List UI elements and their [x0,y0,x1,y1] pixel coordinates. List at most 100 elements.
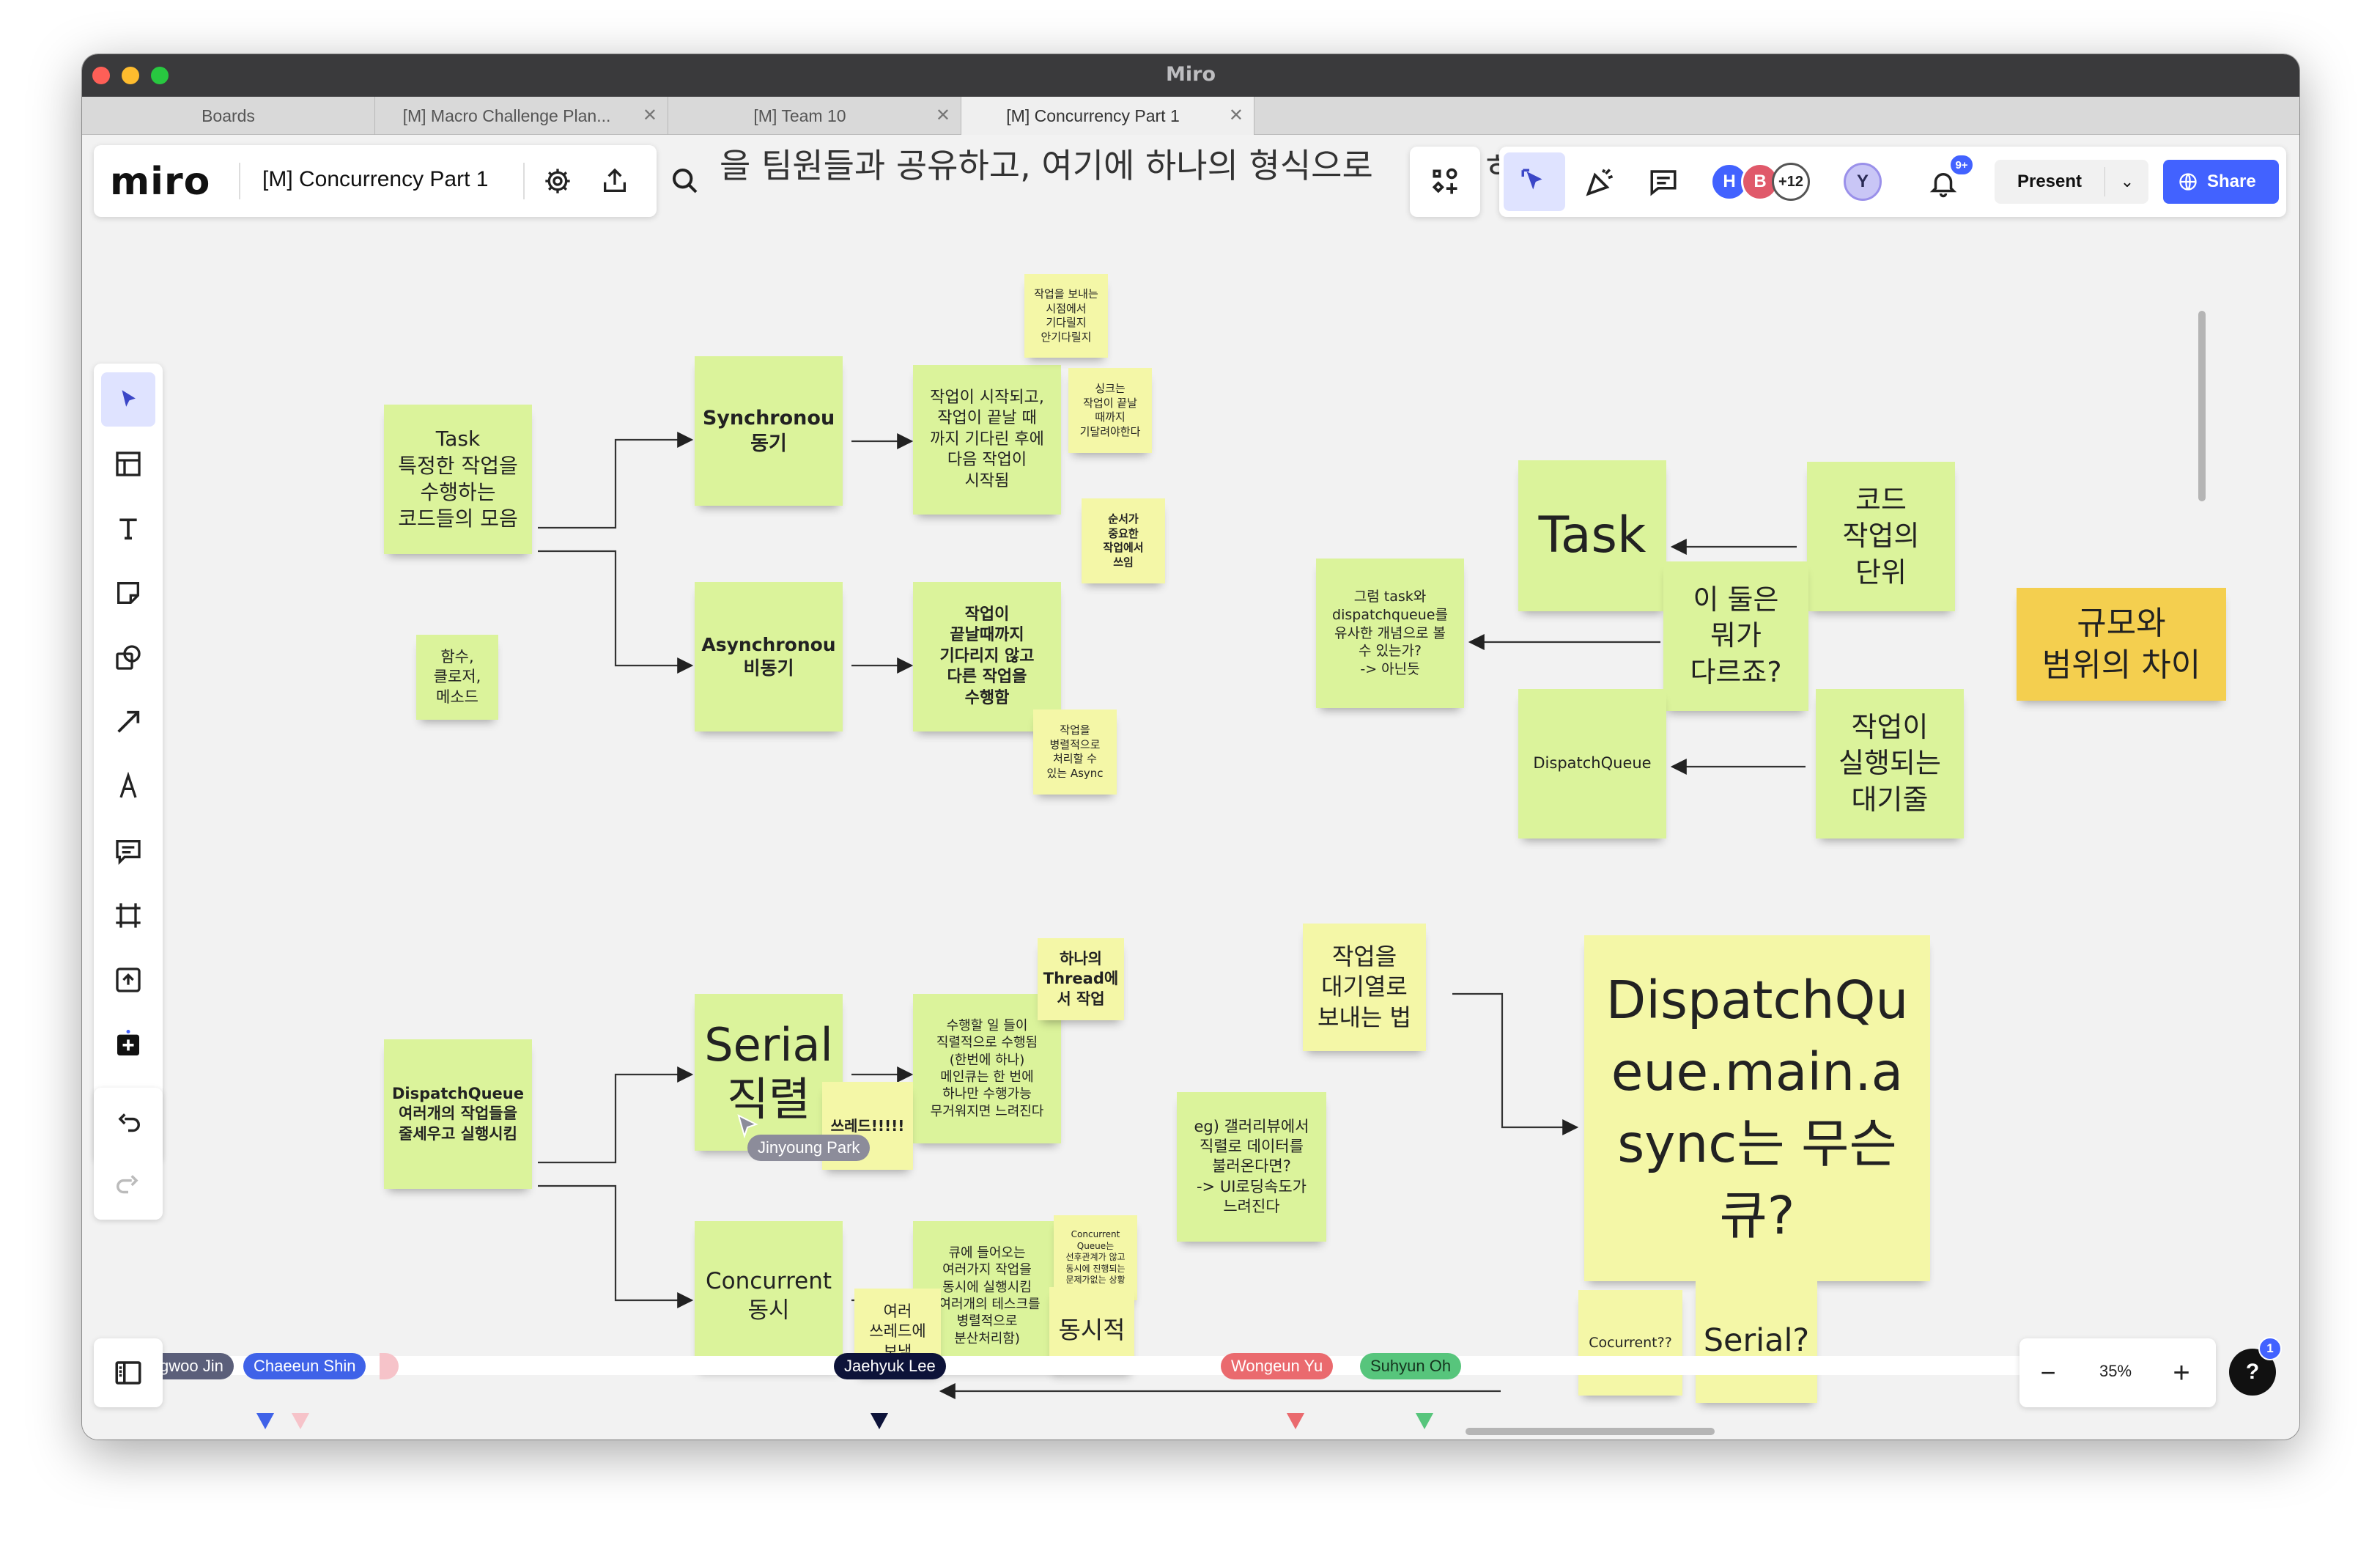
sticky-note-dispatchqueue[interactable]: DispatchQueue [1518,689,1666,838]
note-text: 작업을 대기열로 보내는 법 [1318,942,1411,1031]
tab-boards[interactable]: Boards [82,97,375,135]
sticky-note-dispatchqueue-definition[interactable]: DispatchQueue 여러개의 작업들을 줄세우고 실행시킴 [384,1039,532,1189]
settings-gear-icon[interactable] [539,163,576,199]
note-text: Cocurrent?? [1589,1334,1672,1351]
sticky-note-serial-question[interactable]: Serial? [1696,1280,1817,1403]
close-tab-icon[interactable]: ✕ [936,105,950,126]
sticky-note-concurrent[interactable]: Concurrent 동시 [695,1221,843,1371]
avatar-y[interactable]: Y [1844,163,1882,201]
sticky-note-sync[interactable]: Synchronou 동기 [695,356,843,506]
title-bar: Miro [82,54,2299,97]
sticky-note-task-big[interactable]: Task [1518,460,1666,611]
sticky-note-parallel-async[interactable]: 작업을 병렬적으로 처리할 수 있는 Async [1033,710,1117,795]
globe-icon [2179,173,2197,191]
close-tab-icon[interactable]: ✕ [643,105,657,126]
sticky-note-main-async-question[interactable]: DispatchQu eue.main.a sync는 무슨 큐? [1584,935,1930,1281]
sticky-note-async[interactable]: Asynchronou 비동기 [695,582,843,731]
reactions-icon[interactable] [1580,161,1621,202]
text-icon[interactable] [101,501,155,556]
bottom-strip [148,1356,2207,1375]
sticky-note-task-definition[interactable]: Task 특정한 작업을 수행하는 코드들의 모음 [384,405,532,554]
more-tools-icon[interactable] [101,1017,155,1072]
sticky-note-similar-concept[interactable]: 그럼 task와 dispatchqueue를 유사한 개념으로 볼 수 있는가… [1316,559,1464,708]
vertical-scrollbar[interactable] [2198,311,2206,501]
present-button[interactable]: Present [1995,160,2104,204]
undo-icon[interactable] [101,1096,155,1151]
sticky-note-concurrent-question[interactable]: Cocurrent?? [1578,1290,1682,1396]
zoom-out-icon[interactable]: − [2027,1352,2069,1394]
cursor-label-jin: gwoo Jin [155,1353,234,1379]
board-name[interactable]: [M] Concurrency Part 1 [262,167,488,192]
board-canvas[interactable]: 을 팀원들과 공유하고, 여기에 하나의 형식으로 ㅎ Task 특정한 작업을… [82,135,2299,1440]
tab-team-10[interactable]: [M] Team 10 ✕ [668,97,961,135]
note-text: 함수, 클로저, 메소드 [433,648,481,706]
tab-concurrency-part-1[interactable]: [M] Concurrency Part 1 ✕ [961,97,1254,135]
miro-logo[interactable]: miro [110,160,210,204]
templates-icon[interactable] [101,437,155,491]
arrow-line-icon[interactable] [101,695,155,749]
search-icon[interactable] [667,163,703,199]
tool-rail [94,364,163,1162]
history-panel [94,1088,163,1220]
sticky-note-sync-waits[interactable]: 싱크는 작업이 끝날 때까지 기달려야한다 [1068,368,1152,453]
export-icon[interactable] [596,163,633,199]
sticky-note-sync-description[interactable]: 작업이 시작되고, 작업이 끝날 때 까지 기다린 후에 다음 작업이 시작됨 [913,365,1061,515]
sticky-note-send-to-queue[interactable]: 작업을 대기열로 보내는 법 [1303,924,1426,1051]
pen-icon[interactable] [101,759,155,814]
sticky-note-code-unit[interactable]: 코드 작업의 단위 [1807,462,1955,611]
shapes-icon[interactable] [101,630,155,685]
note-text: Synchronou 동기 [702,406,835,455]
cursor-label-wongeun: Wongeun Yu [1221,1353,1334,1379]
note-text: 작업이 끝날때까지 기다리지 않고 다른 작업을 수행함 [939,605,1035,707]
apps-icon[interactable] [1424,161,1466,202]
divider [2104,167,2105,196]
sticky-note-gallery-example[interactable]: eg) 갤러리뷰에서 직렬로 데이터를 불러온다면? -> UI로딩속도가 느려… [1177,1092,1326,1242]
tab-label: Boards [202,106,255,125]
note-text: 규모와 범위의 차이 [2041,604,2201,684]
apps-panel [1410,147,1480,217]
frame-icon[interactable] [101,888,155,943]
zoom-level[interactable]: 35% [2075,1362,2156,1381]
share-label: Share [2207,172,2256,191]
note-text: 작업을 보내는 시점에서 기다릴지 안기다릴지 [1034,287,1098,344]
note-text: 동시적 [1058,1315,1126,1344]
sidebar-toggle-icon[interactable] [101,1346,155,1400]
select-icon[interactable] [101,372,155,427]
comment-icon[interactable] [101,824,155,878]
board-header-panel: miro [M] Concurrency Part 1 [94,145,657,217]
tab-label: [M] Concurrency Part 1 [1006,106,1180,125]
sticky-note-when-to-wait[interactable]: 작업을 보내는 시점에서 기다릴지 안기다릴지 [1024,274,1108,358]
note-text: 작업이 시작되고, 작업이 끝날 때 까지 기다린 후에 다음 작업이 시작됨 [930,388,1044,490]
note-text: Concurrent Queue는 선후관계가 않고 동시에 진행되는 문제가없… [1065,1229,1126,1286]
note-text: 작업이 실행되는 대기줄 [1838,710,1941,816]
zoom-in-icon[interactable]: + [2160,1352,2203,1394]
cursor-label-jinyoung: Jinyoung Park [747,1135,871,1161]
share-button[interactable]: Share [2163,160,2279,204]
tab-label: [M] Macro Challenge Plan... [402,106,611,125]
cursor-mode-icon[interactable] [1504,152,1565,211]
sticky-note-icon[interactable] [101,566,155,620]
sticky-note-execution-queue[interactable]: 작업이 실행되는 대기줄 [1816,689,1964,838]
sticky-note-order-matters[interactable]: 순서가 중요한 작업에서 쓰임 [1082,498,1165,583]
more-collaborators-count[interactable]: +12 [1772,163,1810,201]
note-text: DispatchQueue 여러개의 작업들을 줄세우고 실행시킴 [391,1085,524,1143]
note-text: 작업을 병렬적으로 처리할 수 있는 Async [1046,723,1104,780]
note-text: Asynchronou 비동기 [701,633,836,679]
chat-icon[interactable] [1643,161,1684,202]
upload-icon[interactable] [101,953,155,1007]
sticky-note-difference-question[interactable]: 이 둘은 뭐가 다르죠? [1663,561,1808,711]
offscreen-cursor-icon [256,1413,274,1429]
note-text: 하나의 Thread에 서 작업 [1043,950,1119,1008]
sticky-note-serial[interactable]: Serial 직렬 [695,994,843,1151]
sticky-note-one-thread[interactable]: 하나의 Thread에 서 작업 [1038,938,1124,1020]
sticky-note-functions[interactable]: 함수, 클로저, 메소드 [416,635,498,720]
redo-icon[interactable] [101,1158,155,1212]
tab-macro-challenge[interactable]: [M] Macro Challenge Plan... ✕ [375,97,668,135]
note-text: 순서가 중요한 작업에서 쓰임 [1103,512,1144,569]
cursor-label-jaehyuk: Jaehyuk Lee [834,1353,946,1379]
present-options-chevron-down-icon[interactable]: ⌄ [2106,160,2148,204]
horizontal-scrollbar[interactable] [1466,1428,1715,1435]
divider [239,163,240,199]
sticky-note-scale-difference[interactable]: 규모와 범위의 차이 [2017,588,2226,701]
close-tab-icon[interactable]: ✕ [1229,105,1243,126]
